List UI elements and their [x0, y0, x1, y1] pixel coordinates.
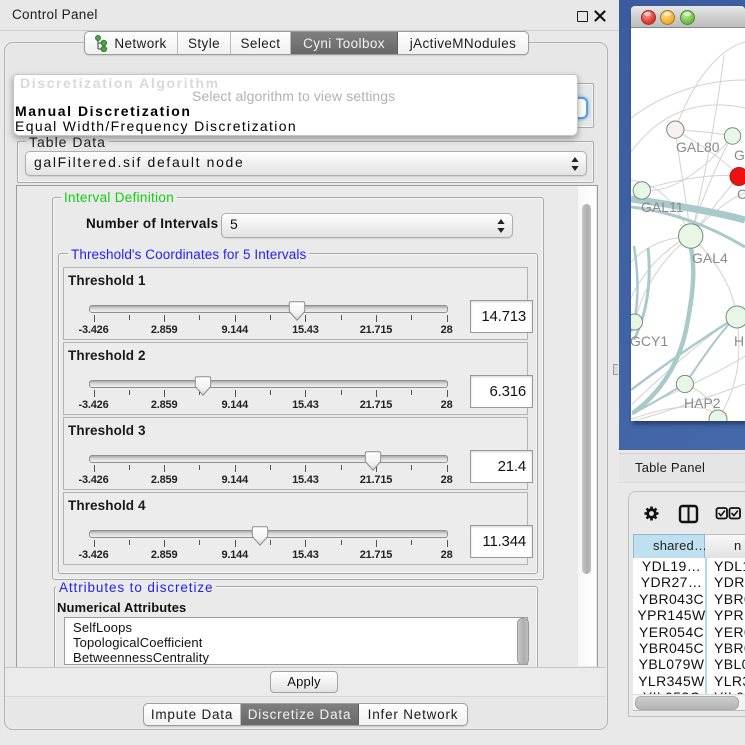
svg-text:G: G	[734, 147, 745, 163]
svg-text:C: C	[737, 186, 745, 202]
svg-text:GCY1: GCY1	[631, 333, 668, 349]
svg-text:H: H	[734, 333, 744, 349]
svg-text:HAP2: HAP2	[684, 395, 721, 411]
svg-text:GAL80: GAL80	[676, 139, 720, 155]
svg-text:GAL4: GAL4	[692, 250, 728, 266]
svg-text:GAL11: GAL11	[641, 199, 684, 215]
